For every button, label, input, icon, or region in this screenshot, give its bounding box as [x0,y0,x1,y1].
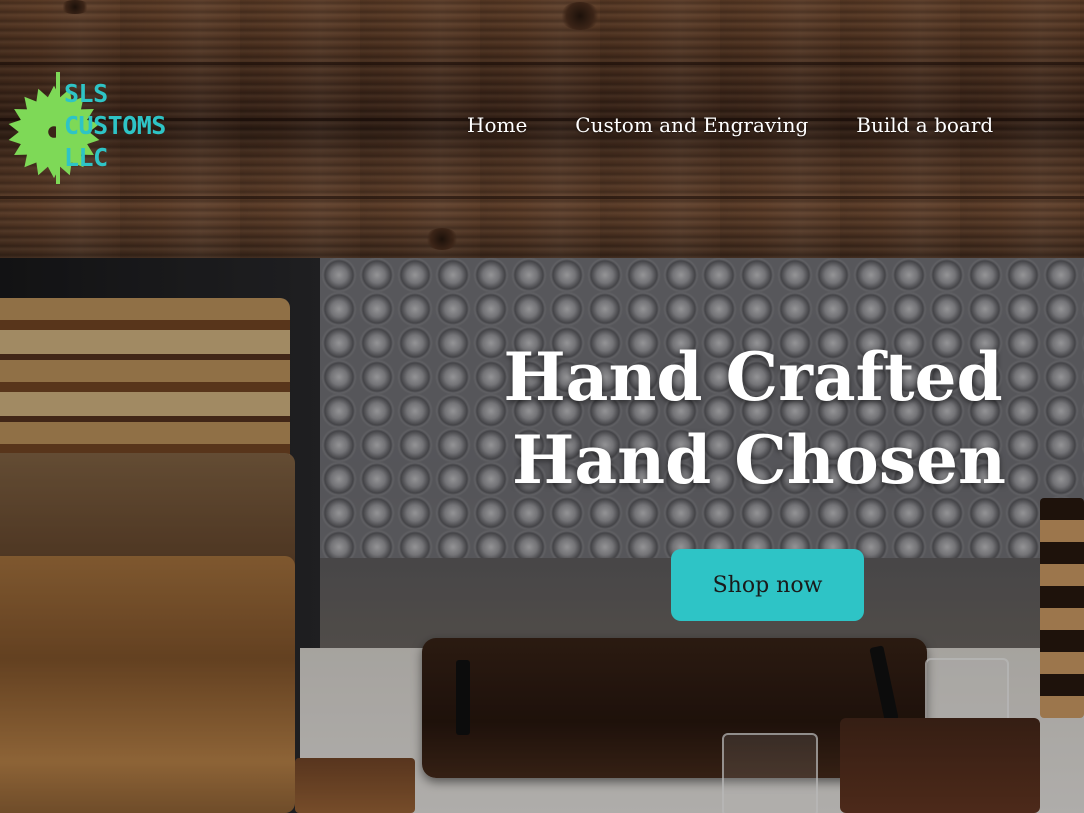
hero-section: Hand Crafted Hand Chosen Shop now [0,258,1084,813]
main-nav: Home Custom and Engraving Build a board [467,113,1041,137]
wood-knot [425,228,459,250]
hero-headline: Hand Crafted Hand Chosen [428,336,1084,502]
logo-line-1: SLS [64,79,108,108]
logo-line-2: CUSTOMS [64,111,166,140]
logo-divider [56,72,60,184]
logo-text: SLS CUSTOMS LLC [64,78,166,174]
wood-seam [0,62,1084,65]
logo-line-3: LLC [64,143,108,172]
shop-now-button[interactable]: Shop now [671,549,864,621]
nav-item-home[interactable]: Home [467,113,527,137]
site-logo[interactable]: SLS CUSTOMS LLC [6,72,178,186]
wood-knot [60,0,90,14]
wood-seam [0,196,1084,199]
nav-item-build-a-board[interactable]: Build a board [856,113,993,137]
hero-headline-line-2: Hand Chosen [512,421,1006,499]
nav-item-custom-and-engraving[interactable]: Custom and Engraving [575,113,808,137]
wood-knot [560,2,600,30]
site-header: SLS CUSTOMS LLC Home Custom and Engravin… [0,0,1084,258]
hero-headline-line-1: Hand Crafted [503,338,1003,416]
